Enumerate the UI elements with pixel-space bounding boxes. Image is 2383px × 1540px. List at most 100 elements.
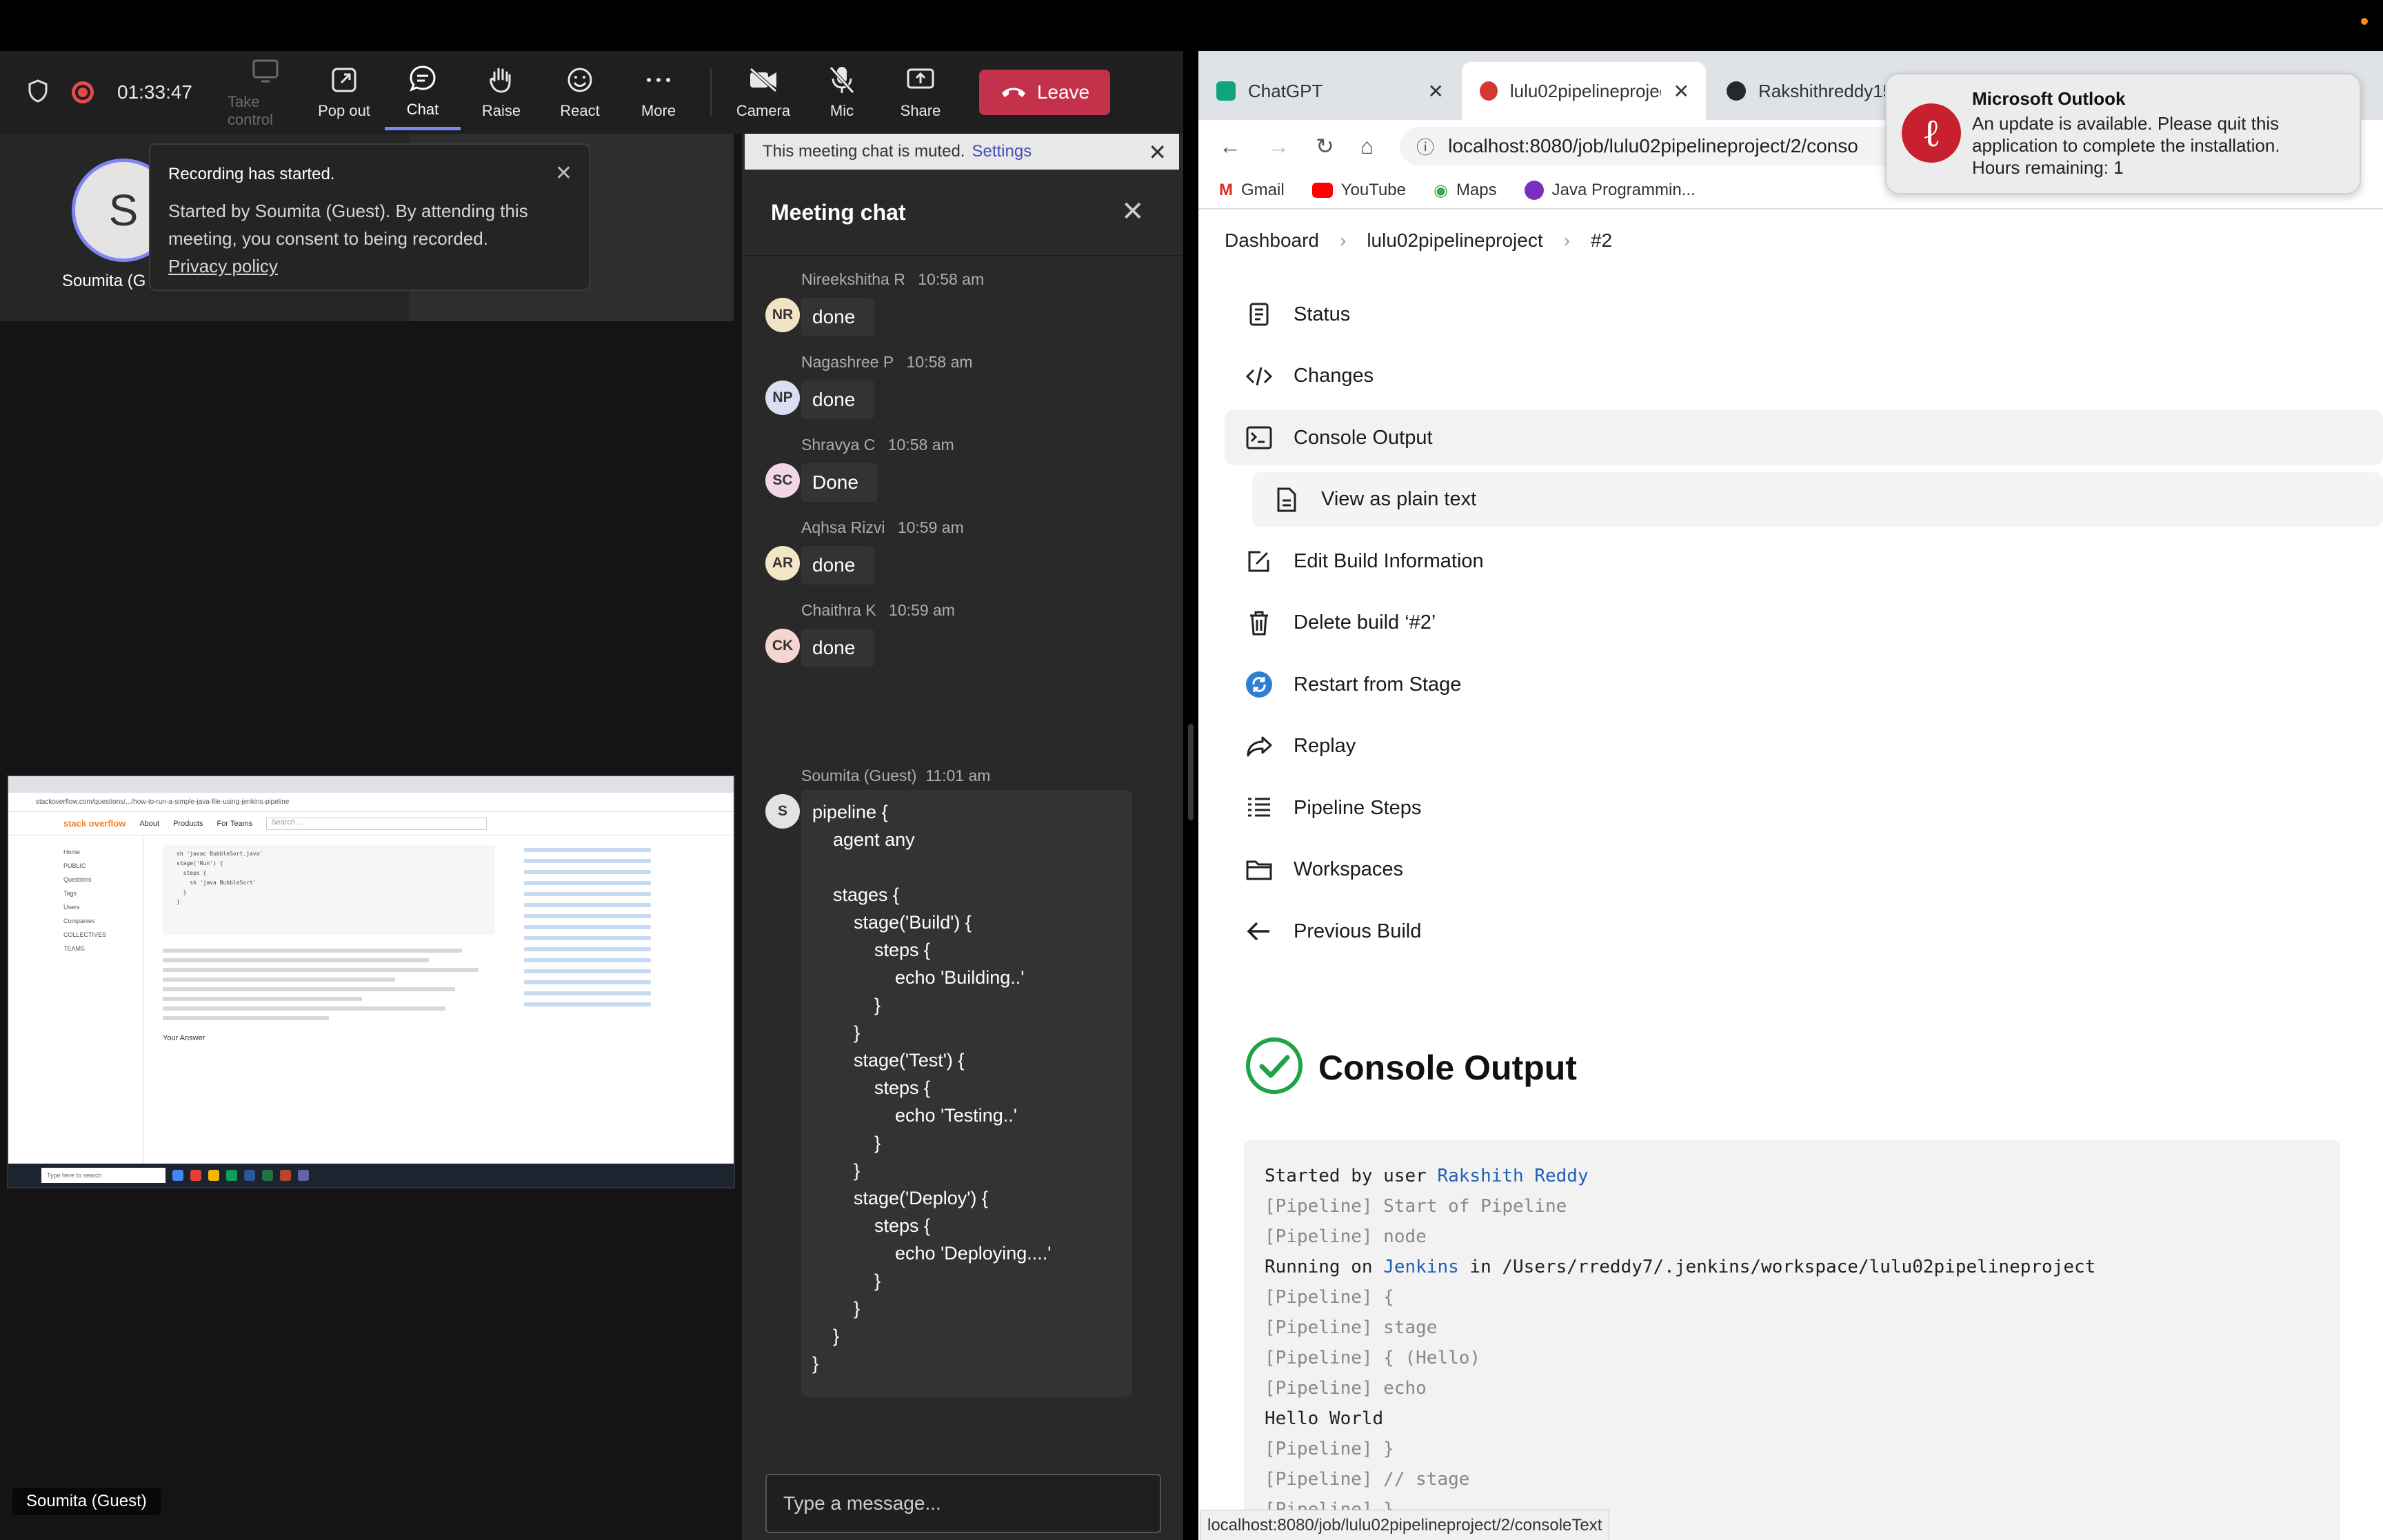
breadcrumb-dashboard[interactable]: Dashboard — [1225, 230, 1319, 252]
chat-button[interactable]: Chat — [385, 54, 461, 130]
message-input[interactable]: Type a message... — [765, 1474, 1161, 1533]
message-author: Nagashree P — [801, 353, 894, 371]
console-text: [Pipeline] stage — [1265, 1317, 1438, 1338]
chevron-right-icon: › — [1563, 230, 1570, 251]
settings-link[interactable]: Settings — [972, 142, 1032, 161]
bookmark-youtube[interactable]: YouTube — [1311, 181, 1406, 200]
message-meta: Aqhsa Rizvi 10:59 am — [801, 518, 964, 537]
react-button[interactable]: React — [542, 54, 618, 130]
toolbar-button-label: Camera — [736, 102, 791, 119]
phone-hangup-icon — [1000, 81, 1027, 103]
trash-icon — [1245, 609, 1273, 637]
more-button[interactable]: More — [621, 54, 696, 130]
reload-icon[interactable]: ↻ — [1316, 133, 1334, 159]
message-author: Shravya C — [801, 436, 876, 454]
home-icon[interactable]: ⌂ — [1360, 134, 1374, 159]
shared-url: stackoverflow.com/questions/.../how-to-r… — [8, 793, 734, 812]
console-text: [Pipeline] { — [1265, 1287, 1394, 1308]
shared-taskbar: Type here to search — [8, 1164, 734, 1187]
console-line: [Pipeline] echo — [1265, 1373, 2320, 1404]
toolbar-button-label: Pop out — [318, 102, 370, 119]
bookmark-label: Gmail — [1241, 181, 1285, 199]
breadcrumb-build[interactable]: #2 — [1591, 230, 1612, 252]
bookmark-java[interactable]: Java Programmin... — [1524, 181, 1696, 200]
sidebar-item-label: Delete build ‘#2’ — [1294, 611, 1436, 634]
tab-github[interactable]: Rakshithreddy15 — [1709, 62, 1916, 120]
shared-answer-label: Your Answer — [163, 1034, 205, 1042]
console-link[interactable]: Jenkins — [1383, 1257, 1459, 1277]
sidebar-item-console-output[interactable]: Console Output — [1225, 410, 2383, 465]
shared-side-item: Users — [63, 904, 80, 911]
camera-button[interactable]: Camera — [725, 54, 801, 130]
close-chat-icon[interactable]: ✕ — [1121, 196, 1145, 227]
breadcrumb-project[interactable]: lulu02pipelineproject — [1367, 230, 1542, 252]
forward-icon[interactable]: → — [1267, 134, 1289, 159]
muted-text: This meeting chat is muted. — [763, 142, 965, 161]
address-bar[interactable]: ⓘ localhost:8080/job/lulu02pipelineproje… — [1400, 127, 1924, 165]
breadcrumb: Dashboard › lulu02pipelineproject › #2 — [1198, 210, 2383, 272]
sidebar-item-previous-build[interactable]: Previous Build — [1225, 904, 2383, 959]
toolbar-button-label: Share — [900, 102, 941, 119]
sidebar-item-workspaces[interactable]: Workspaces — [1225, 842, 2383, 898]
close-tab-icon[interactable]: ✕ — [1673, 80, 1689, 103]
terminal-icon — [1245, 424, 1273, 452]
message-meta: Chaithra K 10:59 am — [801, 601, 955, 620]
info-icon[interactable]: ⓘ — [1416, 134, 1434, 159]
sidebar-item-label: Edit Build Information — [1294, 549, 1484, 572]
console-link[interactable]: Rakshith Reddy — [1437, 1166, 1588, 1186]
leave-button[interactable]: Leave — [979, 70, 1110, 115]
leave-label: Leave — [1036, 81, 1090, 103]
split-drag-handle[interactable] — [1188, 724, 1194, 820]
close-tab-icon[interactable]: ✕ — [1428, 80, 1444, 103]
document-icon — [1273, 486, 1300, 514]
tab-title: ChatGPT — [1248, 80, 1323, 101]
tab-jenkins[interactable]: lulu02pipelineproject ✕ — [1462, 62, 1706, 120]
camera-off-icon — [748, 65, 778, 95]
sidebar-item-view-as-plain-text[interactable]: View as plain text — [1252, 472, 2383, 527]
bookmark-gmail[interactable]: M Gmail — [1219, 181, 1285, 200]
avatar: S — [765, 794, 800, 829]
menu-bar — [0, 0, 2383, 51]
tab-chatgpt[interactable]: ChatGPT ✕ — [1198, 62, 1460, 120]
chat-message: Aqhsa Rizvi 10:59 am AR done — [765, 518, 1152, 594]
recording-toast: Recording has started. ✕ Started by Soum… — [149, 143, 590, 291]
privacy-policy-link[interactable]: Privacy policy — [168, 256, 278, 276]
message-bubble: done — [801, 381, 875, 419]
mic-button[interactable]: Mic — [804, 54, 880, 130]
message-bubble: done — [801, 546, 875, 585]
outlook-notification[interactable]: ℓ Microsoft Outlook An update is availab… — [1885, 73, 2361, 194]
pop-out-button[interactable]: Pop out — [306, 54, 382, 130]
bookmark-label: Java Programmin... — [1551, 181, 1696, 199]
sidebar-item-delete-build-2[interactable]: Delete build ‘#2’ — [1225, 596, 2383, 651]
tab-title: lulu02pipelineproject — [1509, 80, 1661, 101]
toast-body: Started by Soumita (Guest). By attending… — [168, 201, 528, 249]
take-control-button[interactable]: Take control — [228, 54, 303, 130]
close-icon[interactable]: ✕ — [555, 160, 572, 188]
chat-muted-banner: This meeting chat is muted. Settings ✕ — [745, 134, 1179, 170]
shared-comments — [163, 949, 495, 1020]
message-meta: Soumita (Guest) 11:01 am — [801, 767, 990, 785]
url-text: localhost:8080/job/lulu02pipelineproject… — [1448, 135, 1858, 156]
bookmark-maps[interactable]: ◉ Maps — [1434, 181, 1497, 201]
sidebar-item-status[interactable]: Status — [1225, 287, 2383, 342]
back-icon[interactable]: ← — [1219, 134, 1241, 159]
take-control-icon — [250, 56, 281, 86]
jenkins-favicon-icon — [1480, 81, 1498, 101]
sidebar-item-replay[interactable]: Replay — [1225, 719, 2383, 774]
console-text: Hello World — [1265, 1408, 1384, 1429]
raise-hand-icon — [486, 65, 516, 95]
message-author: Nireekshitha R — [801, 270, 905, 288]
toolbar-button-label: Chat — [406, 100, 439, 118]
sidebar-item-changes[interactable]: Changes — [1225, 349, 2383, 404]
raise-button[interactable]: Raise — [463, 54, 539, 130]
edit-icon — [1245, 547, 1273, 575]
close-icon[interactable]: ✕ — [1148, 139, 1167, 165]
sidebar-item-restart-from-stage[interactable]: Restart from Stage — [1225, 657, 2383, 712]
notification-title: Microsoft Outlook — [1972, 88, 2126, 109]
message-time: 10:58 am — [883, 436, 954, 454]
sidebar-item-pipeline-steps[interactable]: Pipeline Steps — [1225, 780, 2383, 835]
status-bar-link: localhost:8080/job/lulu02pipelineproject… — [1200, 1510, 1610, 1540]
sidebar-item-edit-build-information[interactable]: Edit Build Information — [1225, 534, 2383, 589]
message-author: Chaithra K — [801, 601, 876, 619]
share-button[interactable]: Share — [883, 54, 958, 130]
